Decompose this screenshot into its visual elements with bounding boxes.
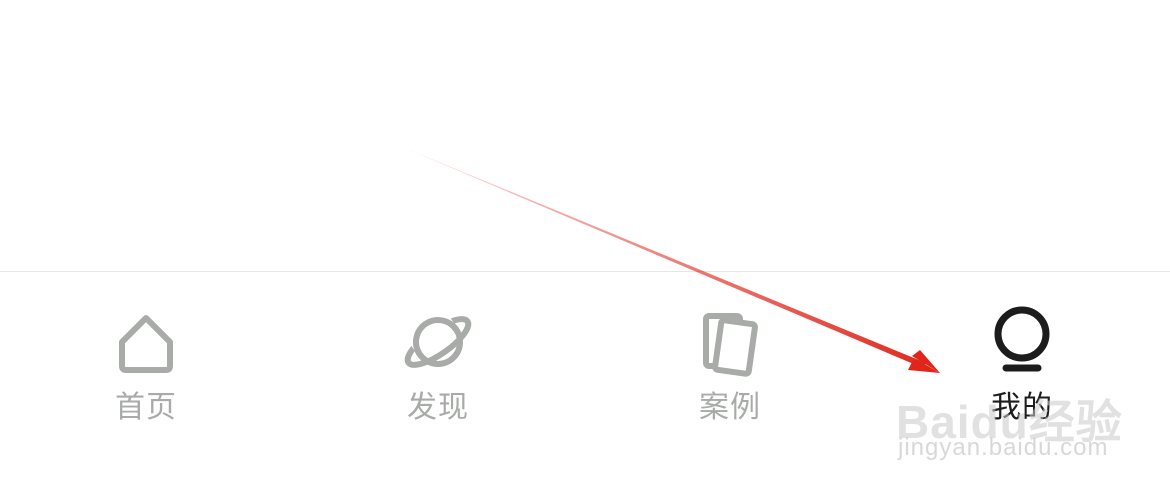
tab-cases-label: 案例 (699, 390, 761, 425)
tab-home-label: 首页 (115, 390, 177, 425)
tab-mine[interactable]: 我的 (922, 272, 1122, 432)
cards-icon (692, 302, 768, 378)
tab-mine-label: 我的 (991, 390, 1053, 425)
tab-discover-label: 发现 (407, 390, 469, 425)
planet-icon (400, 302, 476, 378)
profile-icon (984, 302, 1060, 378)
tab-home[interactable]: 首页 (46, 272, 246, 432)
app-screen: 首页 发现 案例 我的 Baidu经验 jingyan.baidu.com (0, 0, 1170, 490)
bottom-tab-bar: 首页 发现 案例 我的 (0, 271, 1170, 490)
tab-cases[interactable]: 案例 (630, 272, 830, 432)
page-content-blank (0, 0, 1170, 271)
home-icon (108, 302, 184, 378)
tab-discover[interactable]: 发现 (338, 272, 538, 432)
